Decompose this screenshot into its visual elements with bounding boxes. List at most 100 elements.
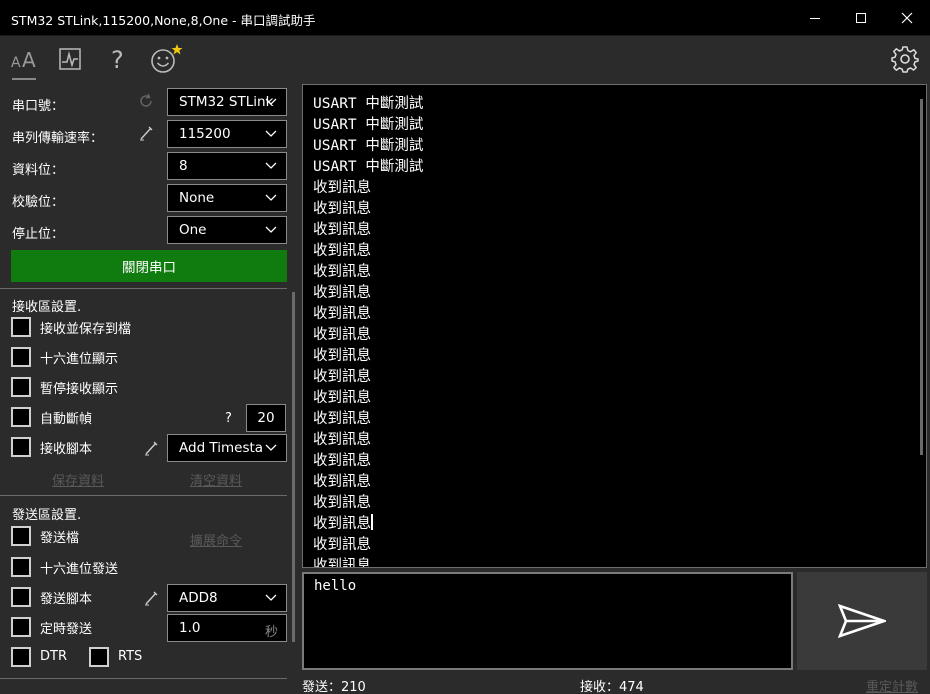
receive-script-checkbox[interactable] bbox=[11, 437, 31, 457]
main-area: USART 中斷測試 USART 中斷測試 USART 中斷測試 USART 中斷測試… bbox=[300, 82, 930, 694]
send-file-label: 發送檔 bbox=[40, 531, 80, 546]
clear-data-link[interactable]: 清空資料 bbox=[190, 470, 242, 489]
panel-scrollbar[interactable] bbox=[292, 292, 295, 642]
receive-script-select[interactable]: Add Timesta bbox=[167, 434, 287, 462]
auto-frame-checkbox[interactable] bbox=[11, 407, 31, 427]
receive-area[interactable]: USART 中斷測試 USART 中斷測試 USART 中斷測試 USART 中斷測試… bbox=[302, 84, 927, 568]
chevron-down-icon bbox=[265, 226, 277, 233]
maximize-button[interactable] bbox=[838, 0, 884, 36]
receive-line: 收到訊息 bbox=[313, 474, 371, 490]
auto-frame-label: 自動斷幀 bbox=[40, 412, 93, 427]
close-icon bbox=[901, 12, 913, 24]
close-button[interactable] bbox=[884, 0, 930, 36]
timed-send-label: 定時發送 bbox=[40, 622, 93, 637]
text-cursor bbox=[371, 514, 373, 530]
auto-frame-input[interactable]: 20 bbox=[246, 404, 286, 432]
stopbits-label: 停止位： bbox=[12, 227, 65, 242]
pause-display-checkbox[interactable] bbox=[11, 377, 31, 397]
port-select-value: STM32 STLink bbox=[179, 94, 274, 110]
minimize-icon bbox=[810, 18, 820, 19]
emoji-button[interactable] bbox=[146, 40, 186, 78]
chevron-down-icon bbox=[265, 162, 277, 169]
parity-select[interactable]: None bbox=[167, 184, 287, 212]
receive-line: 收到訊息 bbox=[313, 390, 371, 406]
minimize-button[interactable] bbox=[792, 0, 838, 36]
pause-display-label: 暫停接收顯示 bbox=[40, 382, 119, 397]
receive-line: 收到訊息 bbox=[313, 537, 371, 553]
chevron-down-icon bbox=[265, 194, 277, 201]
databits-label: 資料位： bbox=[12, 163, 65, 178]
baud-label: 串列傳輸速率： bbox=[12, 131, 104, 146]
receive-line: USART 中斷測試 bbox=[313, 117, 424, 133]
receive-scrollbar[interactable] bbox=[920, 99, 923, 455]
receive-script-value: Add Timesta bbox=[179, 440, 264, 456]
send-script-value: ADD8 bbox=[179, 590, 218, 606]
send-icon bbox=[838, 604, 886, 638]
send-script-select[interactable]: ADD8 bbox=[167, 584, 287, 612]
chevron-down-icon bbox=[265, 98, 277, 105]
timed-send-checkbox[interactable] bbox=[11, 617, 31, 637]
received-count: 接收：474 bbox=[580, 680, 644, 694]
chart-icon bbox=[59, 48, 81, 70]
send-file-checkbox[interactable] bbox=[11, 526, 31, 546]
window-title: STM32 STLink,115200,None,8,One - 串口調試助手 bbox=[11, 13, 316, 28]
hex-send-label: 十六進位發送 bbox=[40, 562, 119, 577]
auto-frame-help-icon[interactable]: ? bbox=[225, 411, 232, 426]
send-button[interactable] bbox=[797, 572, 927, 670]
hex-display-label: 十六進位顯示 bbox=[40, 352, 119, 367]
receive-text: USART 中斷測試 USART 中斷測試 USART 中斷測試 USART 中斷測試… bbox=[313, 94, 424, 567]
receive-line: USART 中斷測試 bbox=[313, 159, 424, 175]
hex-display-checkbox[interactable] bbox=[11, 347, 31, 367]
save-to-file-checkbox[interactable] bbox=[11, 317, 31, 337]
receive-line: 收到訊息 bbox=[313, 411, 371, 427]
receive-line: 收到訊息 bbox=[313, 201, 371, 217]
send-settings-title: 發送區設置. bbox=[12, 508, 82, 523]
hex-send-checkbox[interactable] bbox=[11, 557, 31, 577]
extend-command-link[interactable]: 擴展命令 bbox=[190, 530, 242, 549]
receive-script-label: 接收腳本 bbox=[40, 442, 93, 457]
timed-send-unit: 秒 bbox=[264, 625, 278, 640]
help-button[interactable]: ? bbox=[100, 40, 136, 78]
svg-text:A: A bbox=[22, 48, 36, 71]
save-data-link[interactable]: 保存資料 bbox=[52, 470, 104, 489]
divider bbox=[0, 678, 287, 679]
stopbits-select-value: One bbox=[179, 222, 207, 238]
parity-label: 校驗位： bbox=[12, 195, 65, 210]
receive-line: 收到訊息 bbox=[313, 264, 371, 280]
send-script-label: 發送腳本 bbox=[40, 592, 93, 607]
edit-send-script-icon[interactable] bbox=[143, 590, 159, 610]
port-select[interactable]: STM32 STLink bbox=[167, 88, 287, 116]
stopbits-select[interactable]: One bbox=[167, 216, 287, 244]
divider bbox=[0, 288, 287, 289]
baud-select[interactable]: 115200 bbox=[167, 120, 287, 148]
close-port-button[interactable]: 關閉串口 bbox=[11, 250, 287, 282]
send-input-text: hello bbox=[314, 578, 357, 594]
chevron-down-icon bbox=[265, 594, 277, 601]
refresh-glyph bbox=[140, 93, 152, 107]
timed-send-input[interactable]: 1.0 秒 bbox=[167, 614, 287, 642]
refresh-icon[interactable] bbox=[138, 93, 154, 113]
receive-line: 收到訊息 bbox=[313, 222, 371, 238]
svg-text:?: ? bbox=[111, 46, 124, 72]
title-bar: STM32 STLink,115200,None,8,One - 串口調試助手 bbox=[0, 0, 930, 36]
font-size-button[interactable]: A A bbox=[6, 40, 42, 78]
databits-select[interactable]: 8 bbox=[167, 152, 287, 180]
pen-glyph bbox=[140, 126, 153, 141]
settings-panel: 串口號： STM32 STLink 串列傳輸速率： 115200 資料位： 8 … bbox=[0, 82, 300, 694]
send-script-checkbox[interactable] bbox=[11, 587, 31, 607]
edit-receive-script-icon[interactable] bbox=[143, 440, 159, 460]
edit-baud-icon[interactable] bbox=[138, 125, 154, 145]
settings-button[interactable] bbox=[886, 40, 924, 78]
pen-glyph bbox=[145, 441, 158, 456]
chart-button[interactable] bbox=[52, 40, 88, 78]
sent-count: 發送：210 bbox=[302, 680, 366, 694]
receive-line: 收到訊息 bbox=[313, 453, 371, 469]
dtr-checkbox[interactable] bbox=[11, 647, 31, 667]
reset-count-link[interactable]: 重定計數 bbox=[866, 676, 918, 694]
receive-line: USART 中斷測試 bbox=[313, 96, 424, 112]
rts-checkbox[interactable] bbox=[89, 647, 109, 667]
rts-label: RTS bbox=[118, 649, 143, 664]
receive-line: USART 中斷測試 bbox=[313, 138, 424, 154]
databits-select-value: 8 bbox=[179, 158, 188, 174]
send-input[interactable]: hello bbox=[302, 572, 793, 670]
